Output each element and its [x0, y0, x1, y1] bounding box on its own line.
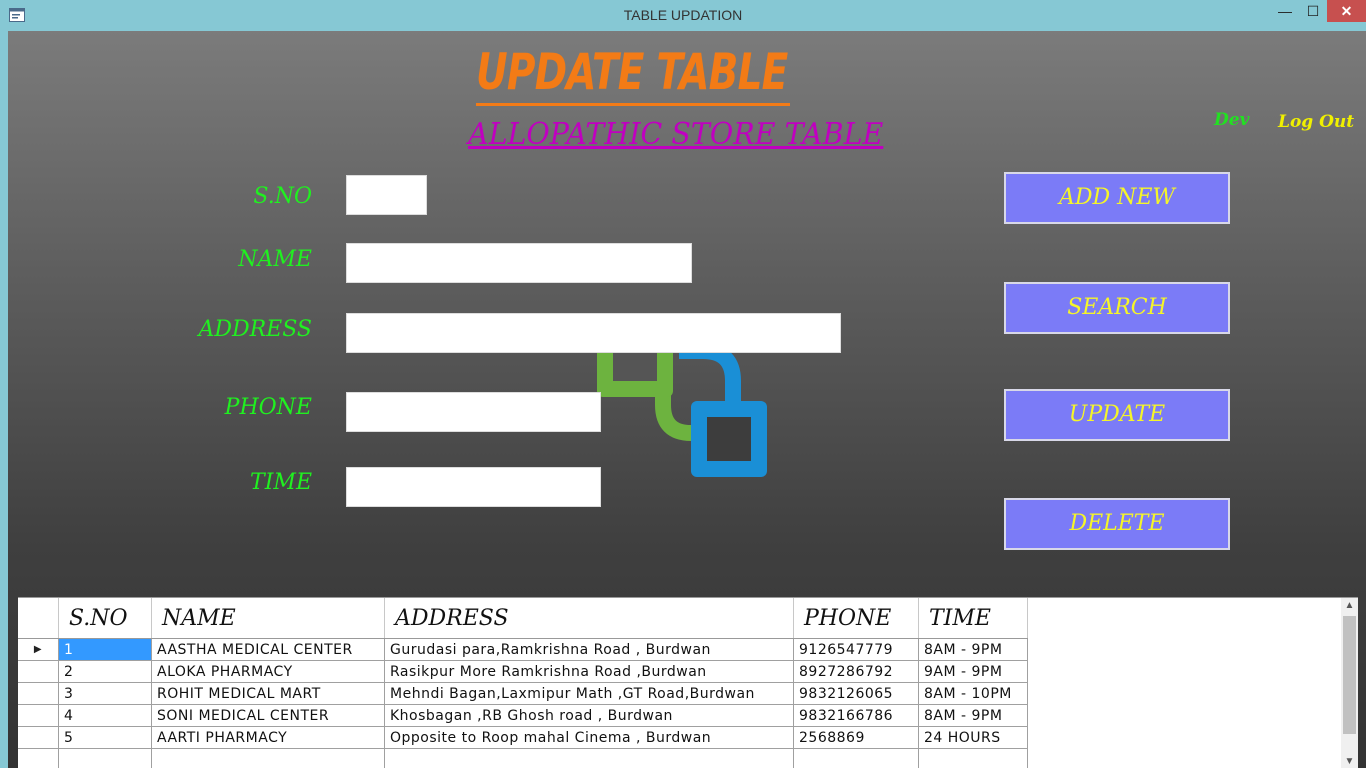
cell-name[interactable]: ROHIT MEDICAL MART	[151, 682, 385, 705]
cell-phone[interactable]: 9832166786	[793, 704, 919, 727]
sno-field[interactable]	[346, 175, 427, 215]
table-row[interactable]: 5 AARTI PHARMACY Opposite to Roop mahal …	[18, 726, 1028, 749]
phone-label: PHONE	[224, 395, 312, 420]
cell-time[interactable]: 8AM - 9PM	[918, 704, 1028, 727]
name-label: NAME	[238, 247, 312, 272]
cell-name[interactable]: AARTI PHARMACY	[151, 726, 385, 749]
close-button[interactable]: ✕	[1327, 0, 1366, 22]
table-row[interactable]: 4 SONI MEDICAL CENTER Khosbagan ,RB Ghos…	[18, 704, 1028, 727]
table-row[interactable]: ▶ 1 AASTHA MEDICAL CENTER Gurudasi para,…	[18, 638, 1028, 661]
cell-sno[interactable]: 4	[58, 704, 152, 727]
sno-label: S.NO	[253, 184, 312, 209]
cell-sno[interactable]: 3	[58, 682, 152, 705]
cell-name[interactable]: ALOKA PHARMACY	[151, 660, 385, 683]
cell-phone[interactable]: 8927286792	[793, 660, 919, 683]
table-subtitle: ALLOPATHIC STORE TABLE	[468, 117, 884, 152]
scroll-up-icon[interactable]: ▲	[1341, 600, 1358, 611]
cell-address[interactable]: Opposite to Roop mahal Cinema , Burdwan	[384, 726, 794, 749]
cell-empty[interactable]	[151, 748, 385, 768]
row-header[interactable]	[18, 704, 59, 727]
cell-phone[interactable]: 2568869	[793, 726, 919, 749]
row-header-corner	[18, 598, 59, 639]
cell-time[interactable]: 24 HOURS	[918, 726, 1028, 749]
page-title: UPDATE TABLE	[476, 43, 788, 101]
new-row[interactable]	[18, 748, 1028, 768]
cell-name[interactable]: AASTHA MEDICAL CENTER	[151, 638, 385, 661]
cell-sno[interactable]: 5	[58, 726, 152, 749]
cell-sno[interactable]: 1	[58, 638, 152, 661]
current-row-indicator-icon[interactable]: ▶	[18, 638, 59, 661]
form-client-area: UPDATE TABLE ALLOPATHIC STORE TABLE Dev …	[8, 31, 1366, 768]
scroll-down-icon[interactable]: ▼	[1341, 756, 1358, 767]
cell-address[interactable]: Rasikpur More Ramkrishna Road ,Burdwan	[384, 660, 794, 683]
address-label: ADDRESS	[198, 317, 312, 342]
cell-address[interactable]: Khosbagan ,RB Ghosh road , Burdwan	[384, 704, 794, 727]
column-header-phone[interactable]: PHONE	[793, 598, 919, 639]
cell-address[interactable]: Mehndi Bagan,Laxmipur Math ,GT Road,Burd…	[384, 682, 794, 705]
column-header-name[interactable]: NAME	[151, 598, 385, 639]
cell-time[interactable]: 9AM - 9PM	[918, 660, 1028, 683]
title-underline	[476, 103, 790, 106]
address-field[interactable]	[346, 313, 841, 353]
title-bar: TABLE UPDATION — ☐ ✕	[0, 0, 1366, 31]
cell-phone[interactable]: 9126547779	[793, 638, 919, 661]
column-header-address[interactable]: ADDRESS	[384, 598, 794, 639]
cell-name[interactable]: SONI MEDICAL CENTER	[151, 704, 385, 727]
update-button[interactable]: UPDATE	[1004, 389, 1230, 441]
table-row[interactable]: 2 ALOKA PHARMACY Rasikpur More Ramkrishn…	[18, 660, 1028, 683]
cell-sno[interactable]: 2	[58, 660, 152, 683]
store-data-grid[interactable]: S.NO NAME ADDRESS PHONE TIME ▶ 1 AASTHA …	[18, 597, 1358, 768]
cell-empty[interactable]	[793, 748, 919, 768]
row-header[interactable]	[18, 682, 59, 705]
row-header[interactable]	[18, 748, 59, 768]
row-header[interactable]	[18, 726, 59, 749]
name-field[interactable]	[346, 243, 692, 283]
scrollbar-thumb[interactable]	[1343, 616, 1356, 734]
vertical-scrollbar[interactable]: ▲ ▼	[1341, 598, 1358, 768]
window-title: TABLE UPDATION	[623, 7, 743, 23]
logout-link[interactable]: Log Out	[1278, 112, 1354, 132]
phone-field[interactable]	[346, 392, 601, 432]
cell-phone[interactable]: 9832126065	[793, 682, 919, 705]
cell-time[interactable]: 8AM - 9PM	[918, 638, 1028, 661]
table-row[interactable]: 3 ROHIT MEDICAL MART Mehndi Bagan,Laxmip…	[18, 682, 1028, 705]
cell-time[interactable]: 8AM - 10PM	[918, 682, 1028, 705]
column-header-sno[interactable]: S.NO	[58, 598, 152, 639]
search-button[interactable]: SEARCH	[1004, 282, 1230, 334]
cell-empty[interactable]	[58, 748, 152, 768]
cell-empty[interactable]	[384, 748, 794, 768]
delete-button[interactable]: DELETE	[1004, 498, 1230, 550]
cell-address[interactable]: Gurudasi para,Ramkrishna Road , Burdwan	[384, 638, 794, 661]
maximize-button[interactable]: ☐	[1300, 0, 1326, 22]
minimize-button[interactable]: —	[1272, 0, 1298, 22]
time-label: TIME	[250, 470, 312, 495]
dev-link[interactable]: Dev	[1214, 110, 1249, 130]
time-field[interactable]	[346, 467, 601, 507]
cell-empty[interactable]	[918, 748, 1028, 768]
grid-header-row: S.NO NAME ADDRESS PHONE TIME	[18, 598, 1028, 639]
column-header-time[interactable]: TIME	[918, 598, 1028, 639]
row-header[interactable]	[18, 660, 59, 683]
grid-table: S.NO NAME ADDRESS PHONE TIME ▶ 1 AASTHA …	[18, 598, 1028, 768]
add-new-button[interactable]: ADD NEW	[1004, 172, 1230, 224]
